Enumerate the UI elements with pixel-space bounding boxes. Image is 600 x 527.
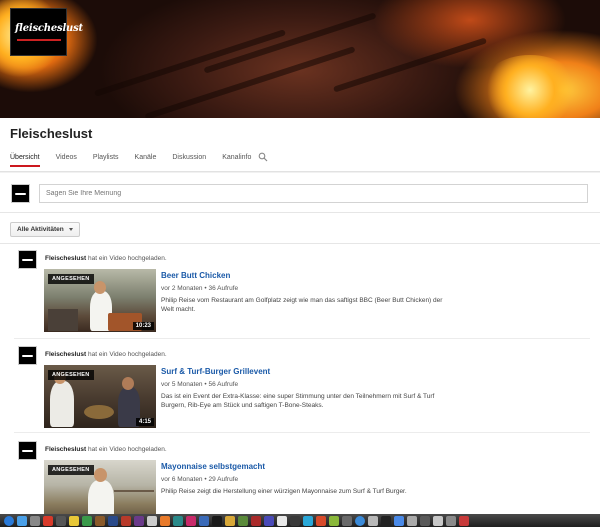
share-box [0,173,600,213]
video-views: 56 Aufrufe [208,381,239,388]
tab-videos[interactable]: Videos [56,154,77,167]
activity-filter-label: Alle Aktivitäten [17,226,64,233]
video-description: Philip Reise vom Restaurant am Golfplatz… [161,297,443,313]
video-meta: vor 5 Monaten • 56 Aufrufe [161,381,238,388]
video-thumbnail[interactable]: ANGESEHEN 10:23 [44,269,156,332]
tab-kanalinfo[interactable]: Kanalinfo [222,154,251,167]
os-dock [0,514,600,527]
filter-bar: Alle Aktivitäten [0,214,600,244]
divider [14,432,590,433]
dock-app-icon[interactable] [433,515,443,526]
dock-app-icon[interactable] [329,515,339,526]
channel-banner: fleischeslust [0,0,600,118]
video-description: Philip Reise zeigt die Herstellung einer… [161,488,407,495]
video-duration: 10:23 [132,322,154,330]
dock-app-icon[interactable] [160,515,170,526]
watched-badge: ANGESEHEN [48,465,94,475]
tab-uebersicht[interactable]: Übersicht [10,154,40,167]
dock-app-icon[interactable] [199,515,209,526]
dock-app-icon[interactable] [43,515,53,526]
dock-app-icon[interactable] [342,515,352,526]
activity-feed-area: Alle Aktivitäten Fleischeslust hat ein V… [0,173,600,527]
dock-app-icon[interactable] [147,515,157,526]
dock-app-icon[interactable] [134,515,144,526]
uploader-avatar[interactable] [18,250,37,269]
meta-separator: • [204,381,207,388]
dock-app-icon[interactable] [316,515,326,526]
dock-app-icon[interactable] [407,515,417,526]
video-age: vor 2 Monaten [161,285,203,292]
video-age: vor 5 Monaten [161,381,203,388]
tab-playlists[interactable]: Playlists [93,154,119,167]
video-views: 29 Aufrufe [208,476,239,483]
dock-app-icon[interactable] [108,515,118,526]
video-duration: 4:15 [135,418,154,426]
watched-badge: ANGESEHEN [48,274,94,284]
comment-input[interactable] [39,184,588,203]
uploader-name[interactable]: Fleischeslust [45,255,86,262]
dock-app-icon[interactable] [381,515,391,526]
video-title-link[interactable]: Mayonnaise selbstgemacht [161,462,265,471]
dock-app-icon[interactable] [95,515,105,526]
dock-app-icon[interactable] [290,515,300,526]
dock-app-icon[interactable] [69,515,79,526]
meta-separator: • [204,285,207,292]
dock-app-icon[interactable] [459,515,469,526]
dock-app-icon[interactable] [173,515,183,526]
uploader-name[interactable]: Fleischeslust [45,446,86,453]
dock-app-icon[interactable] [212,515,222,526]
channel-title: Fleischeslust [10,126,93,141]
divider [14,338,590,339]
video-meta: vor 2 Monaten • 36 Aufrufe [161,285,238,292]
dock-app-icon[interactable] [355,515,365,526]
chevron-down-icon [68,228,73,231]
meta-separator: • [204,476,207,483]
upload-action: hat ein Video hochgeladen. [88,351,167,358]
video-description: Das ist ein Event der Extra-Klasse: eine… [161,393,435,409]
dock-app-icon[interactable] [17,515,27,526]
dock-app-icon[interactable] [225,515,235,526]
dock-app-icon[interactable] [420,515,430,526]
dock-app-icon[interactable] [238,515,248,526]
video-thumbnail[interactable]: ANGESEHEN 4:15 [44,365,156,428]
tab-kanaele[interactable]: Kanäle [135,154,157,167]
tab-diskussion[interactable]: Diskussion [172,154,206,167]
search-icon[interactable] [258,152,268,162]
activity-filter-dropdown[interactable]: Alle Aktivitäten [10,222,80,237]
dock-app-icon[interactable] [30,515,40,526]
upload-action: hat ein Video hochgeladen. [88,446,167,453]
video-meta: vor 6 Monaten • 29 Aufrufe [161,476,238,483]
dock-app-icon[interactable] [303,515,313,526]
uploader-avatar[interactable] [18,346,37,365]
dock-app-icon[interactable] [251,515,261,526]
dock-app-icon[interactable] [394,515,404,526]
uploader-name[interactable]: Fleischeslust [45,351,86,358]
video-title-link[interactable]: Surf & Turf-Burger Grillevent [161,367,270,376]
channel-logo[interactable]: fleischeslust [10,8,83,56]
video-views: 36 Aufrufe [208,285,239,292]
dock-app-icon[interactable] [56,515,66,526]
uploader-avatar[interactable] [18,441,37,460]
dock-app-icon[interactable] [82,515,92,526]
watched-badge: ANGESEHEN [48,370,94,380]
dock-app-icon[interactable] [186,515,196,526]
video-age: vor 6 Monaten [161,476,203,483]
avatar [11,184,30,203]
video-title-link[interactable]: Beer Butt Chicken [161,271,230,280]
dock-app-icon[interactable] [121,515,131,526]
dock-app-icon[interactable] [368,515,378,526]
channel-header: Fleischeslust Übersicht Videos Playlists… [0,118,600,172]
channel-logo-text: fleischeslust [15,23,83,34]
upload-action: hat ein Video hochgeladen. [88,255,167,262]
dock-app-icon[interactable] [4,515,14,526]
dock-app-icon[interactable] [277,515,287,526]
dock-app-icon[interactable] [446,515,456,526]
dock-app-icon[interactable] [264,515,274,526]
channel-tabs: Übersicht Videos Playlists Kanäle Diskus… [10,154,267,167]
